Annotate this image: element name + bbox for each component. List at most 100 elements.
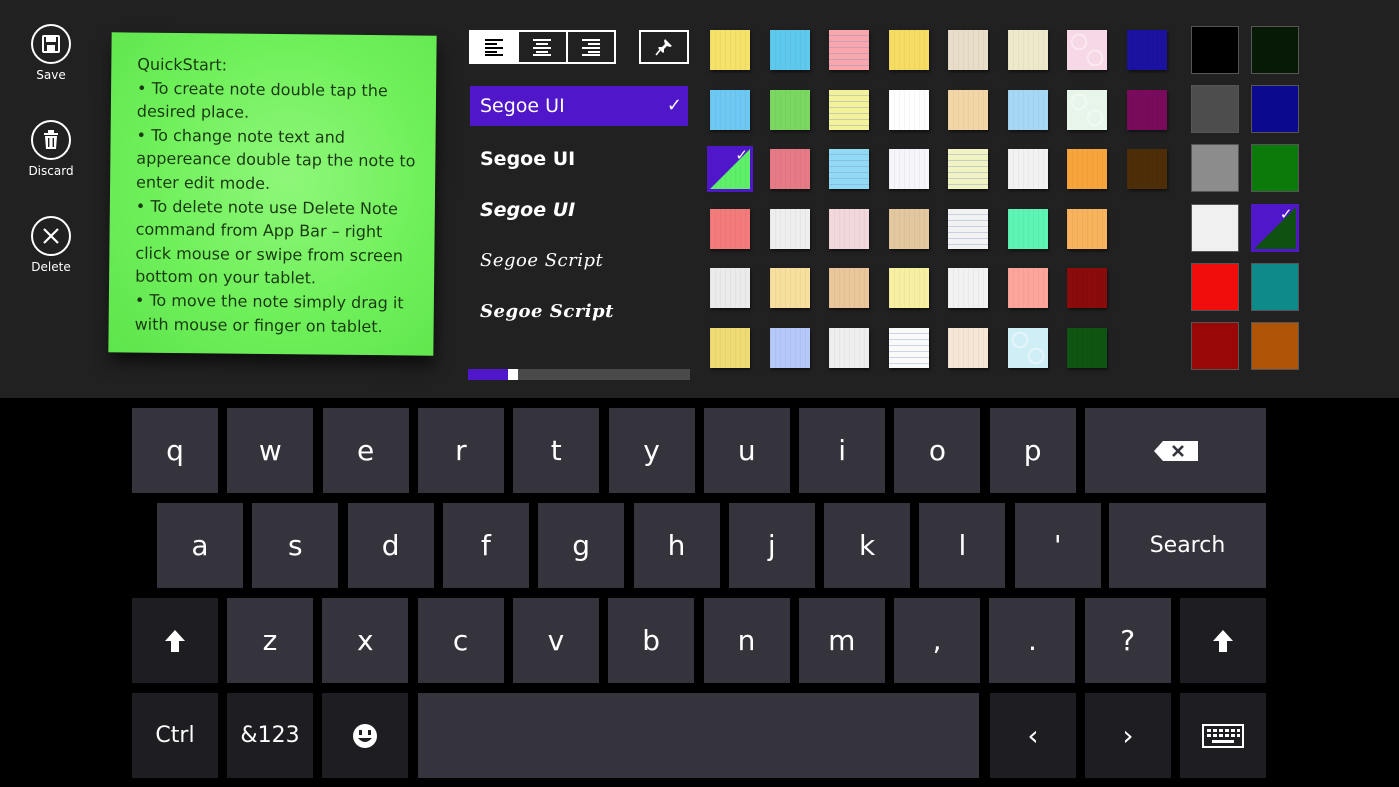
key-1[interactable]: w — [227, 408, 314, 493]
note-style-swatch[interactable] — [1126, 149, 1167, 189]
font-option-segoe-ui[interactable]: Segoe UI ✓ — [470, 86, 688, 126]
key-7[interactable]: k — [824, 503, 911, 588]
key-3[interactable]: f — [442, 503, 529, 588]
color-swatch[interactable]: ✓ — [1250, 203, 1299, 252]
note-style-swatch[interactable] — [888, 268, 929, 308]
align-left-button[interactable] — [471, 32, 520, 62]
color-swatch[interactable] — [1191, 262, 1239, 311]
note-style-swatch[interactable] — [829, 327, 869, 368]
key-1[interactable]: x — [322, 598, 409, 683]
note-style-swatch[interactable]: ✓ — [707, 146, 753, 192]
note-style-swatch[interactable] — [888, 149, 929, 189]
note-style-swatch[interactable] — [710, 30, 750, 70]
note-style-swatch[interactable] — [888, 89, 929, 130]
note-style-swatch[interactable] — [1126, 89, 1167, 130]
note-style-swatch[interactable] — [888, 327, 929, 368]
note-style-swatch[interactable] — [1067, 327, 1107, 368]
note-style-swatch[interactable] — [769, 268, 810, 308]
numbers-key[interactable]: &123 — [227, 693, 313, 778]
color-swatch[interactable] — [1250, 144, 1299, 193]
note-style-swatch[interactable] — [829, 149, 869, 189]
key-8[interactable]: l — [919, 503, 1006, 588]
note-style-swatch[interactable] — [769, 327, 810, 368]
text-size-slider[interactable] — [468, 369, 690, 380]
note-style-swatch[interactable] — [948, 208, 988, 249]
note-style-swatch[interactable] — [948, 268, 988, 308]
note-style-swatch[interactable] — [829, 268, 869, 308]
color-swatch[interactable] — [1191, 26, 1239, 74]
key-3[interactable]: v — [512, 598, 599, 683]
key-4[interactable]: g — [538, 503, 625, 588]
note-style-swatch[interactable] — [710, 89, 750, 130]
pin-button[interactable] — [639, 30, 689, 64]
key-0[interactable]: a — [157, 503, 243, 588]
color-swatch[interactable] — [1250, 262, 1299, 311]
key-0[interactable]: q — [132, 408, 218, 493]
color-swatch[interactable] — [1191, 322, 1239, 370]
shift-right-key[interactable] — [1180, 598, 1266, 683]
color-swatch[interactable] — [1250, 322, 1299, 370]
color-swatch[interactable] — [1191, 203, 1239, 252]
backspace-key[interactable] — [1085, 408, 1266, 493]
key-9[interactable]: p — [989, 408, 1076, 493]
align-center-button[interactable] — [519, 32, 568, 62]
align-right-button[interactable] — [568, 32, 614, 62]
note-style-swatch[interactable] — [1007, 149, 1048, 189]
sticky-note-preview[interactable]: QuickStart: • To create note double tap … — [108, 32, 437, 356]
text-size-slider-thumb[interactable] — [507, 369, 518, 380]
note-style-swatch[interactable] — [888, 208, 929, 249]
note-style-swatch[interactable] — [1067, 30, 1107, 70]
key-4[interactable]: b — [608, 598, 695, 683]
note-style-swatch[interactable] — [1126, 30, 1167, 70]
key-6[interactable]: j — [728, 503, 815, 588]
note-style-swatch[interactable] — [1067, 149, 1107, 189]
note-style-swatch[interactable] — [1067, 208, 1107, 249]
note-style-swatch[interactable] — [710, 327, 750, 368]
key-8[interactable]: o — [894, 408, 981, 493]
font-option-segoe-script-bold[interactable]: Segoe Script — [470, 292, 688, 332]
note-style-swatch[interactable] — [1007, 208, 1048, 249]
note-style-swatch[interactable] — [829, 89, 869, 130]
note-style-swatch[interactable] — [1007, 30, 1048, 70]
key-3[interactable]: r — [417, 408, 504, 493]
note-style-swatch[interactable] — [829, 30, 869, 70]
note-style-swatch[interactable] — [948, 89, 988, 130]
left-arrow-key[interactable]: ‹ — [990, 693, 1076, 778]
right-arrow-key[interactable]: › — [1085, 693, 1171, 778]
color-swatch[interactable] — [1191, 85, 1239, 134]
note-style-swatch[interactable] — [769, 30, 810, 70]
note-style-swatch[interactable] — [769, 149, 810, 189]
note-style-swatch[interactable] — [1007, 327, 1048, 368]
key-1[interactable]: s — [252, 503, 339, 588]
emoji-key[interactable] — [322, 693, 408, 778]
key-9[interactable]: ? — [1084, 598, 1171, 683]
note-style-swatch[interactable] — [769, 208, 810, 249]
font-option-segoe-ui-bold[interactable]: Segoe UI — [470, 139, 688, 179]
note-style-swatch[interactable] — [1067, 89, 1107, 130]
shift-left-key[interactable] — [132, 598, 218, 683]
hide-keyboard-key[interactable] — [1180, 693, 1266, 778]
note-style-swatch[interactable] — [888, 30, 929, 70]
key-6[interactable]: u — [703, 408, 790, 493]
key-7[interactable]: , — [894, 598, 981, 683]
key-2[interactable]: d — [347, 503, 434, 588]
space-key[interactable] — [418, 693, 979, 778]
color-swatch[interactable] — [1191, 144, 1239, 193]
font-option-segoe-ui-bold-italic[interactable]: Segoe UI — [470, 190, 688, 230]
note-style-swatch[interactable] — [1007, 268, 1048, 308]
key-5[interactable]: y — [608, 408, 695, 493]
key-2[interactable]: c — [417, 598, 504, 683]
delete-button[interactable]: Delete — [18, 216, 84, 274]
note-style-swatch[interactable] — [1067, 268, 1107, 308]
key-5[interactable]: h — [633, 503, 720, 588]
discard-button[interactable]: Discard — [18, 120, 84, 178]
note-style-swatch[interactable] — [769, 89, 810, 130]
key-8[interactable]: . — [989, 598, 1076, 683]
key-7[interactable]: i — [799, 408, 886, 493]
note-style-swatch[interactable] — [948, 327, 988, 368]
key-6[interactable]: m — [798, 598, 885, 683]
key-4[interactable]: t — [513, 408, 600, 493]
note-style-swatch[interactable] — [948, 149, 988, 189]
note-style-swatch[interactable] — [829, 208, 869, 249]
color-swatch[interactable] — [1250, 85, 1299, 134]
